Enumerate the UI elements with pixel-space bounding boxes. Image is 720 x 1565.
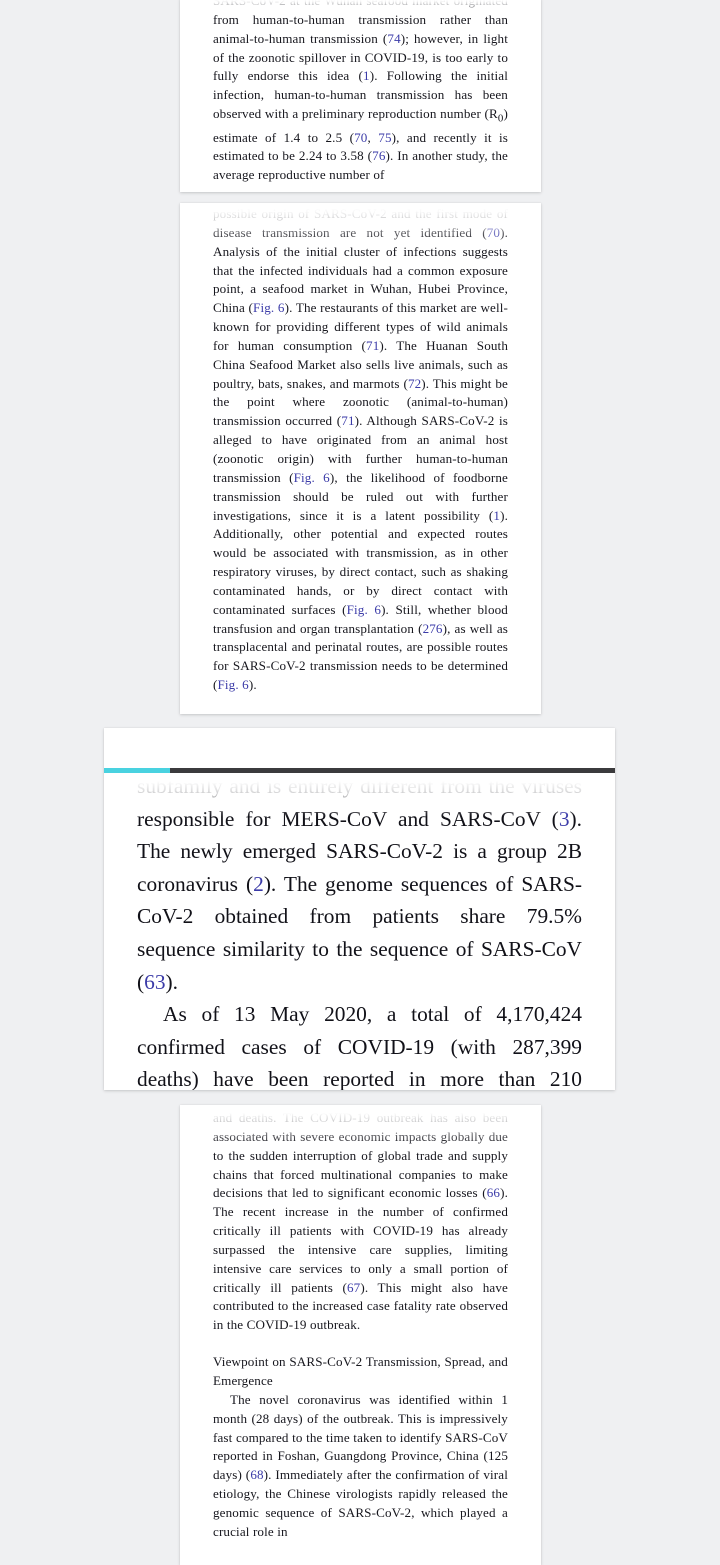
citation-link[interactable]: 3 xyxy=(559,807,570,831)
citation-link[interactable]: 2 xyxy=(253,872,264,896)
text-run: ). xyxy=(165,969,178,994)
citation-link[interactable]: Fig. 6 xyxy=(253,300,285,315)
citation-link[interactable]: 76 xyxy=(372,148,385,163)
text-run: subfamily and is entirely different from… xyxy=(137,774,582,831)
paragraph: subfamily and is entirely different from… xyxy=(137,770,582,998)
citation-link[interactable]: 70 xyxy=(487,225,500,240)
text-run: , xyxy=(367,129,379,145)
paragraph: The novel coronavirus was identified wit… xyxy=(213,1391,508,1542)
citation-link[interactable]: 68 xyxy=(250,1467,263,1482)
page-text-column: and deaths. The COVID-19 outbreak has al… xyxy=(213,1109,508,1542)
document-viewer[interactable]: SARS-CoV-2 at the Wuhan seafood market o… xyxy=(0,0,720,1565)
citation-link[interactable]: 71 xyxy=(366,338,379,353)
text-run: possible origin of SARS-CoV-2 and the fi… xyxy=(213,206,508,240)
citation-link[interactable]: 276 xyxy=(423,621,443,636)
citation-link[interactable]: Fig. 6 xyxy=(347,602,381,617)
citation-link[interactable]: 74 xyxy=(387,31,400,46)
citation-link[interactable]: 71 xyxy=(341,413,354,428)
citation-link[interactable]: Fig. 6 xyxy=(218,677,249,692)
citation-link[interactable]: Fig. 6 xyxy=(294,470,330,485)
text-run: ). The recent increase in the number of … xyxy=(213,1185,508,1295)
paragraph: As of 13 May 2020, a total of 4,170,424 … xyxy=(137,998,582,1090)
active-document-page[interactable]: subfamily and is entirely different from… xyxy=(104,728,615,1090)
citation-link[interactable]: 67 xyxy=(347,1280,360,1295)
citation-link[interactable]: 66 xyxy=(487,1185,500,1200)
citation-link[interactable]: 75 xyxy=(378,130,391,145)
page-text-column: subfamily and is entirely different from… xyxy=(137,770,582,1090)
text-run: As of 13 May 2020, a total of 4,170,424 … xyxy=(137,1002,582,1090)
paragraph: SARS-CoV-2 at the Wuhan seafood market o… xyxy=(213,0,508,185)
document-page[interactable]: SARS-CoV-2 at the Wuhan seafood market o… xyxy=(180,0,541,192)
citation-link[interactable]: 70 xyxy=(354,130,367,145)
paragraph: possible origin of SARS-CoV-2 and the fi… xyxy=(213,205,508,695)
document-page[interactable]: and deaths. The COVID-19 outbreak has al… xyxy=(180,1105,541,1565)
section-heading: Viewpoint on SARS-CoV-2 Transmission, Sp… xyxy=(213,1354,508,1388)
page-text-column: possible origin of SARS-CoV-2 and the fi… xyxy=(213,205,508,695)
citation-link[interactable]: 63 xyxy=(144,970,165,994)
text-run: ). Additionally, other potential and exp… xyxy=(213,507,508,617)
text-run: and deaths. The COVID-19 outbreak has al… xyxy=(213,1110,508,1201)
document-page[interactable]: possible origin of SARS-CoV-2 and the fi… xyxy=(180,203,541,714)
text-run: ). xyxy=(248,677,257,693)
page-text-column: SARS-CoV-2 at the Wuhan seafood market o… xyxy=(213,0,508,185)
paragraph: and deaths. The COVID-19 outbreak has al… xyxy=(213,1109,508,1335)
citation-link[interactable]: 1 xyxy=(363,68,370,83)
citation-link[interactable]: 72 xyxy=(408,376,421,391)
